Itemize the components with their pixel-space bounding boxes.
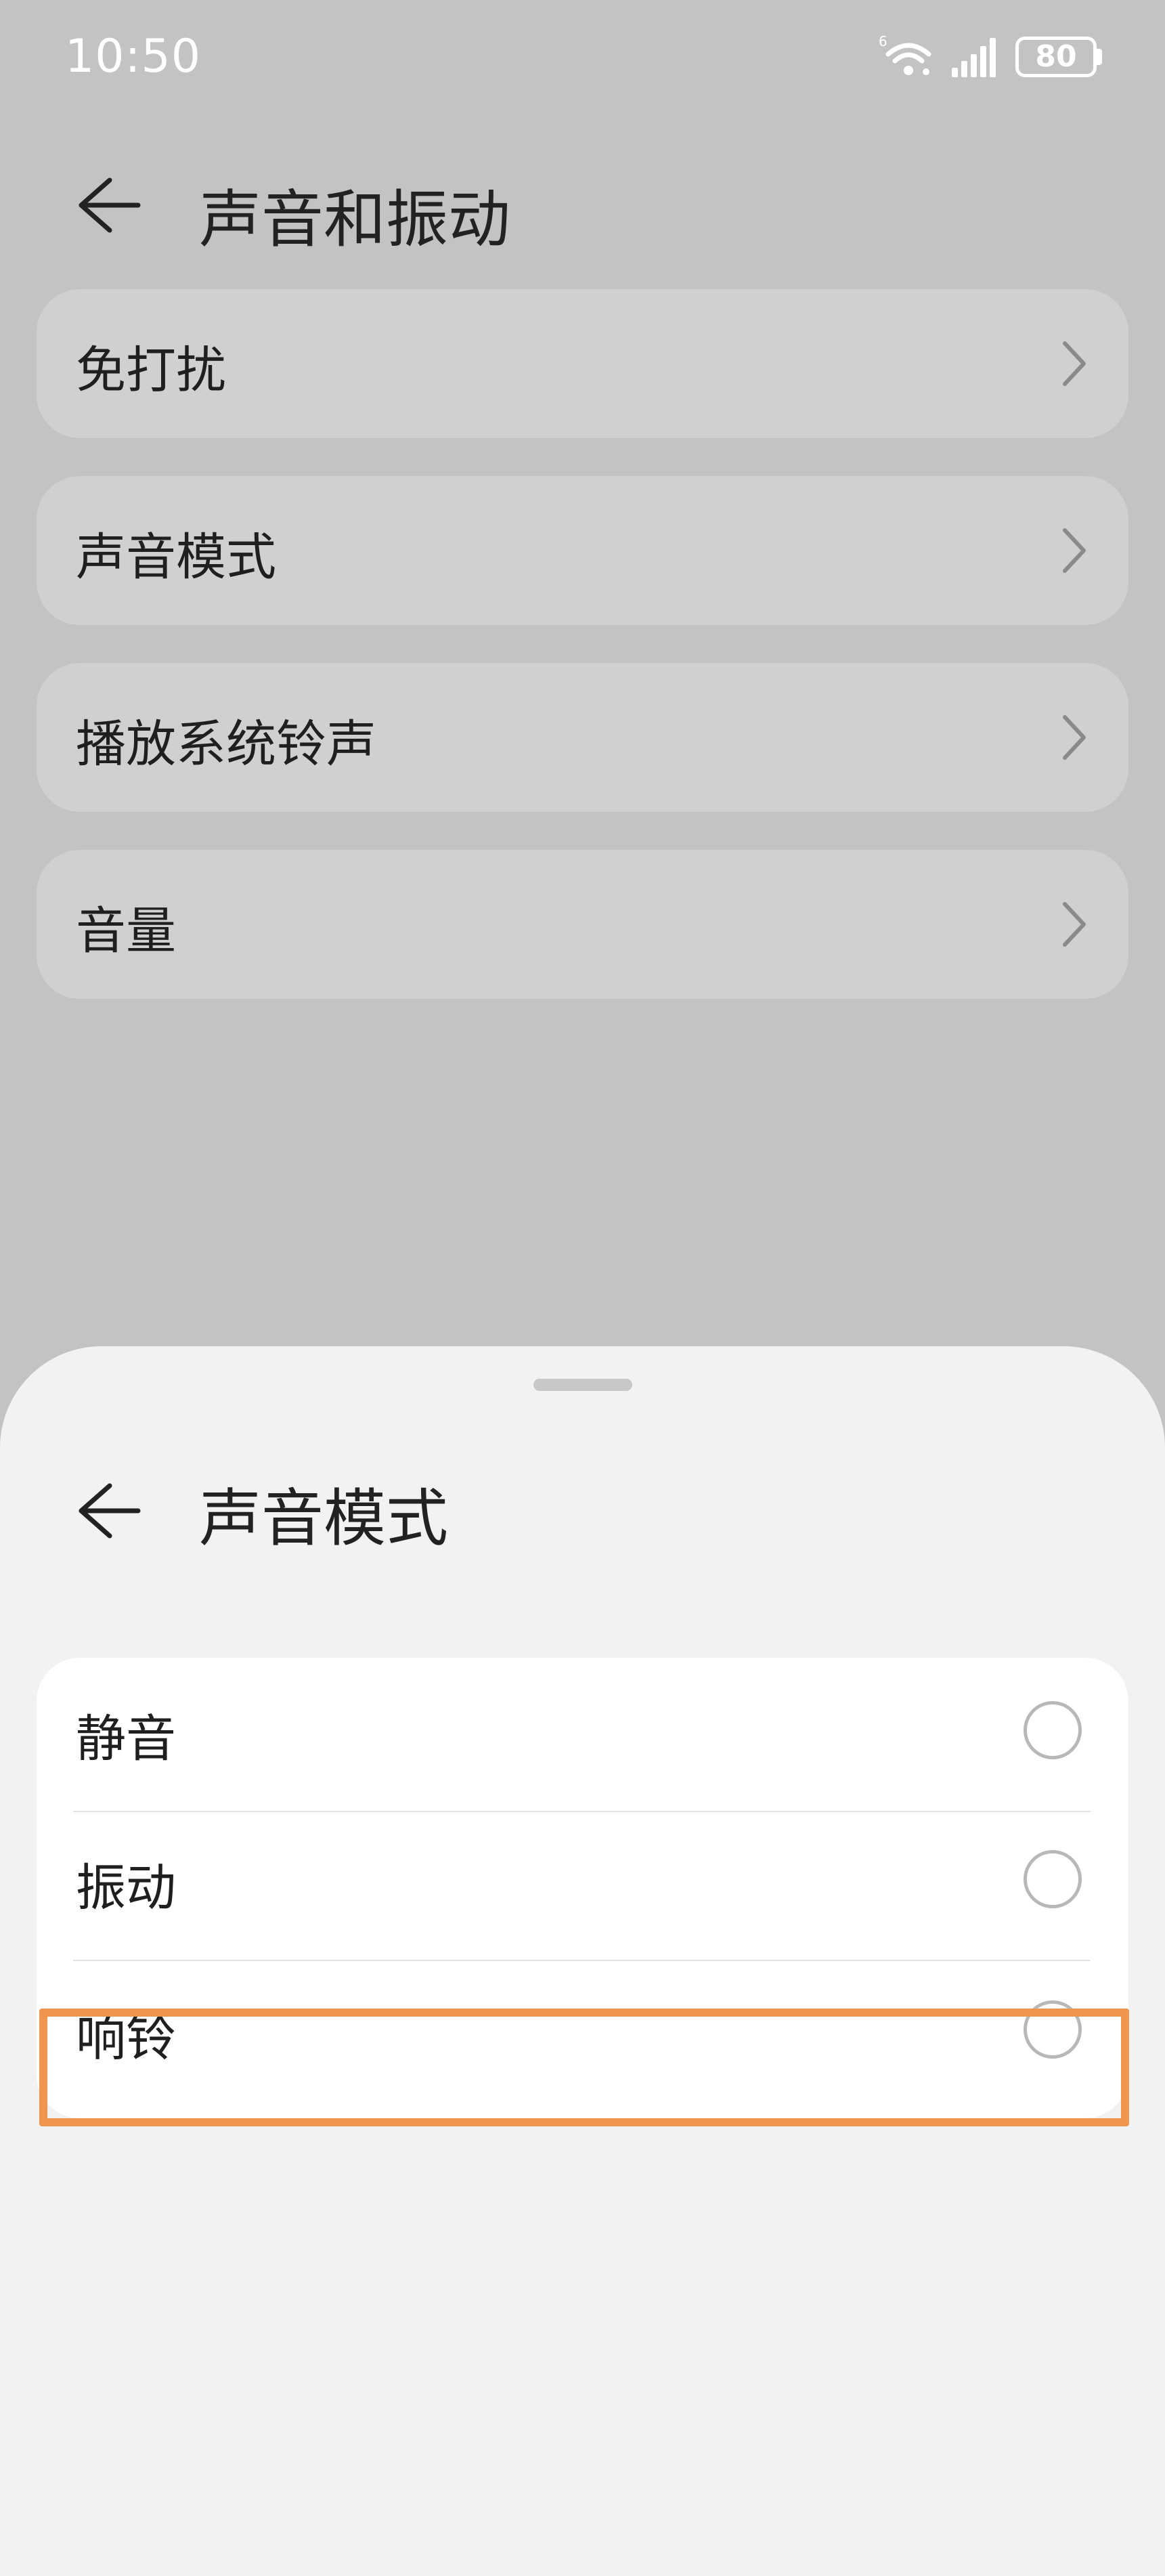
option-ring[interactable]: 响铃 — [37, 1957, 1128, 2106]
signal-icon — [952, 38, 996, 77]
settings-item-label: 免打扰 — [76, 341, 226, 400]
option-silent[interactable]: 静音 — [37, 1658, 1128, 1807]
bottom-sheet: 声音模式 静音 振动 响铃 — [0, 1346, 1165, 2576]
page-title: 声音和振动 — [199, 184, 511, 256]
arrow-left-icon[interactable] — [74, 1480, 142, 1541]
radio-button[interactable] — [1024, 1701, 1082, 1759]
settings-item-label: 音量 — [76, 902, 176, 960]
option-label: 静音 — [76, 1710, 176, 1768]
radio-button[interactable] — [1024, 1850, 1082, 1908]
battery-tip — [1097, 49, 1102, 65]
settings-item-system-ringtone[interactable]: 播放系统铃声 — [37, 663, 1128, 812]
settings-item-label: 声音模式 — [76, 528, 276, 586]
chevron-right-icon — [1063, 902, 1086, 947]
sheet-drag-handle[interactable] — [533, 1379, 632, 1391]
status-time: 10:50 — [65, 30, 201, 83]
wifi-badge: 6 — [879, 34, 887, 49]
chevron-right-icon — [1063, 528, 1086, 573]
arrow-left-icon[interactable] — [74, 175, 142, 236]
chevron-right-icon — [1063, 715, 1086, 760]
page-header: 声音和振动 — [0, 156, 1165, 256]
status-bar: 10:50 6 80 — [0, 0, 1165, 115]
settings-item-sound-mode[interactable]: 声音模式 — [37, 476, 1128, 625]
settings-item-label: 播放系统铃声 — [76, 715, 376, 773]
sound-mode-options: 静音 振动 响铃 — [37, 1658, 1128, 2118]
option-vibrate[interactable]: 振动 — [37, 1807, 1128, 1956]
wifi-icon: 6 — [879, 34, 931, 75]
settings-item-dnd[interactable]: 免打扰 — [37, 289, 1128, 438]
sheet-header: 声音模式 — [0, 1461, 1165, 1556]
battery-icon: 80 — [1015, 37, 1097, 77]
option-label: 响铃 — [76, 2009, 176, 2067]
chevron-right-icon — [1063, 341, 1086, 386]
radio-button[interactable] — [1024, 2000, 1082, 2059]
sheet-title: 声音模式 — [199, 1482, 449, 1555]
option-label: 振动 — [76, 1859, 176, 1917]
settings-item-volume[interactable]: 音量 — [37, 850, 1128, 999]
